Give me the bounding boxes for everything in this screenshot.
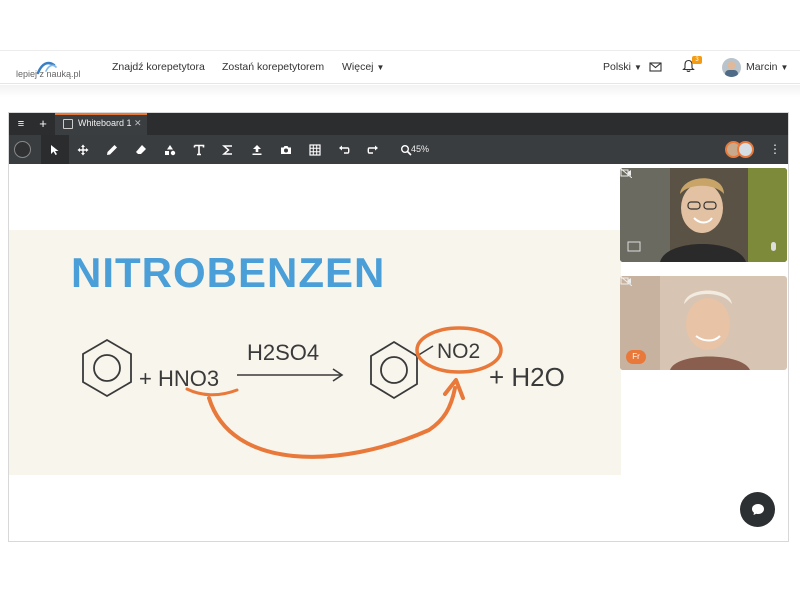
chevron-down-icon: ▼	[780, 63, 789, 72]
user-name: Marcin	[746, 61, 778, 73]
zoom-level[interactable]: 45%	[411, 144, 429, 154]
canvas-drawing: NITROBENZEN + HNO3 H2SO4 NO2 + H2O	[71, 249, 565, 459]
notification-badge: 3	[692, 56, 702, 64]
benzene-ring-icon	[370, 340, 418, 400]
shapes-icon[interactable]	[156, 135, 184, 164]
add-tab-icon[interactable]: +	[36, 117, 50, 131]
grid-icon[interactable]	[301, 135, 329, 164]
nav-more[interactable]: Więcej ▼	[342, 61, 384, 73]
participant-video-2[interactable]: Fr	[620, 276, 787, 370]
mail-icon[interactable]	[649, 60, 662, 78]
whiteboard-frame: ≡ + Whiteboard 1 ✕ 45% ⋮ NITROBENZEN + H…	[8, 112, 789, 542]
camera-icon[interactable]	[272, 135, 300, 164]
logo-text: lepiej z nauką.pl	[16, 69, 81, 79]
color-picker-button[interactable]	[14, 141, 31, 158]
close-icon[interactable]: ✕	[134, 118, 142, 129]
formula-icon[interactable]	[214, 135, 242, 164]
chat-button[interactable]	[740, 492, 775, 527]
participant-initials: Fr	[626, 350, 646, 364]
acid-reactant: + HNO3	[139, 366, 219, 391]
eraser-icon[interactable]	[127, 135, 155, 164]
whiteboard-toolbar: 45% ⋮	[9, 135, 788, 164]
catalyst-label: H2SO4	[247, 340, 319, 365]
participant-video-1[interactable]	[620, 168, 787, 262]
hamburger-menu-icon[interactable]: ≡	[14, 117, 28, 131]
edit-board-icon	[63, 119, 73, 129]
top-navbar: lepiej z nauką.pl Znajdź korepetytora Zo…	[0, 50, 800, 84]
app-root: lepiej z nauką.pl Znajdź korepetytora Zo…	[0, 0, 800, 600]
substituent-label: NO2	[437, 340, 480, 363]
tab-whiteboard-1[interactable]: Whiteboard 1 ✕	[55, 113, 147, 135]
video-feed	[620, 168, 787, 262]
redo-icon[interactable]	[359, 135, 387, 164]
camera-off-icon[interactable]	[620, 168, 632, 178]
upload-icon[interactable]	[243, 135, 271, 164]
nav-become-tutor[interactable]: Zostań korepetytorem	[222, 61, 324, 73]
benzene-ring-icon	[82, 338, 132, 398]
text-tool-icon[interactable]	[185, 135, 213, 164]
nav-more-label: Więcej	[342, 61, 374, 73]
language-label: Polski	[603, 61, 632, 73]
nav-find-tutor[interactable]: Znajdź korepetytora	[112, 61, 205, 73]
pencil-icon[interactable]	[98, 135, 126, 164]
whiteboard-canvas[interactable]: NITROBENZEN + HNO3 H2SO4 NO2 + H2O	[9, 230, 621, 475]
user-avatar[interactable]	[722, 58, 741, 77]
whiteboard-tabbar: ≡ + Whiteboard 1 ✕	[9, 113, 788, 135]
brand-logo[interactable]: lepiej z nauką.pl	[16, 57, 86, 81]
more-options-icon[interactable]: ⋮	[769, 142, 781, 156]
language-selector[interactable]: Polski ▼	[603, 61, 642, 73]
move-tool-icon[interactable]	[69, 135, 97, 164]
chevron-down-icon: ▼	[634, 63, 642, 72]
byproduct-label: + H2O	[489, 362, 565, 392]
user-menu[interactable]: Marcin ▼	[746, 61, 788, 73]
camera-off-icon[interactable]	[620, 276, 632, 286]
chevron-down-icon: ▼	[376, 63, 385, 72]
curved-arrow	[207, 386, 457, 459]
navbar-shadow	[0, 85, 800, 97]
undo-icon[interactable]	[330, 135, 358, 164]
chat-bubble-icon	[751, 504, 764, 515]
tab-label: Whiteboard 1	[78, 118, 132, 128]
select-tool-icon[interactable]	[41, 135, 69, 164]
board-heading: NITROBENZEN	[71, 249, 385, 296]
participant-avatar[interactable]	[737, 141, 754, 158]
